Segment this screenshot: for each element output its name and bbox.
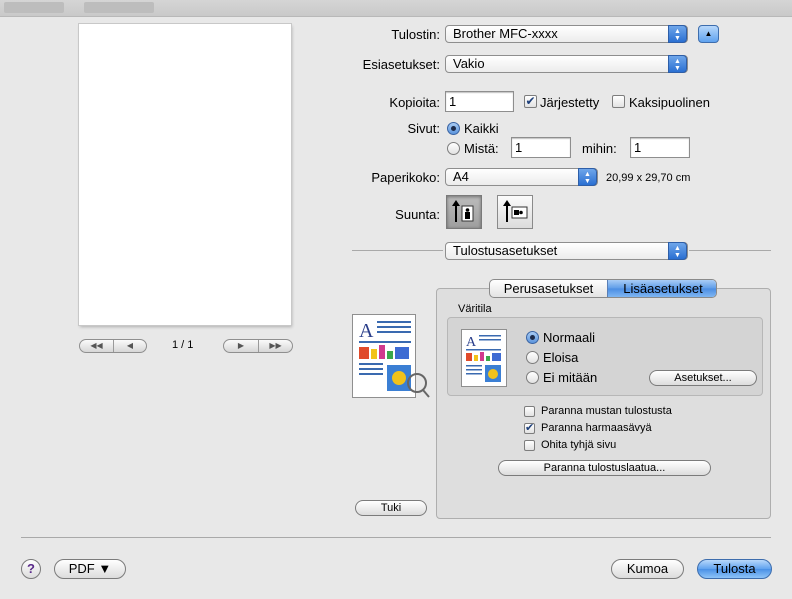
next-page-icon[interactable]: ▶ (224, 340, 258, 352)
color-mode-thumbnail: A (461, 329, 507, 387)
collated-label: Järjestetty (540, 95, 600, 110)
pages-all-radio[interactable] (447, 122, 460, 135)
improve-black-label: Paranna mustan tulostusta (541, 405, 672, 417)
skip-blank-checkbox[interactable] (524, 440, 535, 451)
last-page-icon[interactable]: ▶▶ (258, 340, 292, 352)
svg-text:A: A (466, 335, 477, 350)
popup-arrows-icon: ▲ ▼ (668, 25, 687, 43)
tab-basic-settings[interactable]: Perusasetukset (490, 280, 607, 297)
improve-grayscale-checkbox[interactable]: ✔ (524, 423, 535, 434)
color-none-radio[interactable] (526, 371, 539, 384)
paper-size-popup[interactable]: A4 ▲ ▼ (445, 168, 598, 186)
duplex-checkbox[interactable] (612, 95, 625, 108)
color-normal-label: Normaali (543, 330, 596, 345)
printer-value: Brother MFC-xxxx (453, 26, 558, 41)
printer-label: Tulostin: (391, 27, 440, 42)
page-preview (79, 24, 291, 325)
footer-separator (21, 537, 771, 538)
paper-size-label: Paperikoko: (371, 170, 440, 185)
help-button[interactable]: ? (21, 559, 41, 579)
background-toolbar-strip (0, 0, 792, 17)
pdf-menu-button[interactable]: PDF ▼ (54, 559, 126, 579)
portrait-orientation-icon (452, 200, 474, 222)
question-mark-icon: ? (27, 561, 35, 576)
copies-label: Kopioita: (389, 95, 440, 110)
improve-quality-button[interactable]: Paranna tulostuslaatua... (498, 460, 711, 476)
preview-nav-next[interactable]: ▶ ▶▶ (223, 339, 293, 353)
separator-left (352, 250, 443, 251)
collated-checkbox[interactable]: ✔ (524, 95, 537, 108)
panel-popup[interactable]: Tulostusasetukset ▲ ▼ (445, 242, 688, 260)
tab-bar: Perusasetukset Lisäasetukset (489, 279, 717, 298)
improve-black-checkbox[interactable] (524, 406, 535, 417)
printer-popup[interactable]: Brother MFC-xxxx ▲ ▼ (445, 25, 688, 43)
color-normal-radio[interactable] (526, 331, 539, 344)
separator-right (689, 250, 771, 251)
color-none-label: Ei mitään (543, 370, 598, 385)
print-button[interactable]: Tulosta (697, 559, 772, 579)
skip-blank-label: Ohita tyhjä sivu (541, 439, 617, 451)
color-vivid-label: Eloisa (543, 350, 579, 365)
pages-to-label: mihin: (582, 141, 617, 156)
document-preview-icon: A (359, 320, 430, 398)
panel-value: Tulostusasetukset (453, 243, 558, 258)
support-button[interactable]: Tuki (355, 500, 427, 516)
prev-page-icon[interactable]: ◀ (113, 340, 146, 352)
presets-label: Esiasetukset: (362, 57, 440, 72)
preview-page-counter: 1 / 1 (172, 339, 194, 351)
pages-range-radio[interactable] (447, 142, 460, 155)
orientation-label: Suunta: (395, 207, 440, 222)
presets-value: Vakio (453, 56, 485, 71)
paper-dimensions: 20,99 x 29,70 cm (606, 172, 691, 184)
orientation-landscape-button[interactable] (497, 195, 533, 229)
pages-label: Sivut: (407, 121, 440, 136)
collapse-details-button[interactable]: ▲ (698, 25, 719, 43)
pages-all-label: Kaikki (464, 121, 499, 136)
popup-arrows-icon: ▲ ▼ (668, 242, 687, 260)
color-document-illustration: A (352, 314, 430, 398)
presets-popup[interactable]: Vakio ▲ ▼ (445, 55, 688, 73)
paper-size-value: A4 (453, 169, 469, 184)
preview-nav-prev[interactable]: ◀◀ ◀ (79, 339, 147, 353)
tab-advanced-settings[interactable]: Lisäasetukset (607, 280, 716, 297)
document-thumbnail-icon: A (466, 335, 501, 382)
popup-arrows-icon: ▲ ▼ (578, 168, 597, 186)
pages-to-input[interactable]: 1 (630, 137, 690, 158)
first-page-icon[interactable]: ◀◀ (80, 340, 113, 352)
color-mode-group-label: Väritila (458, 303, 492, 315)
cancel-button[interactable]: Kumoa (611, 559, 684, 579)
color-vivid-radio[interactable] (526, 351, 539, 364)
pages-from-label: Mistä: (464, 141, 499, 156)
copies-input[interactable]: 1 (445, 91, 514, 112)
triangle-up-icon: ▲ (704, 29, 713, 38)
landscape-orientation-icon (503, 200, 528, 222)
orientation-portrait-button[interactable] (446, 195, 482, 229)
duplex-label: Kaksipuolinen (629, 95, 710, 110)
svg-text:A: A (359, 320, 374, 342)
popup-arrows-icon: ▲ ▼ (668, 55, 687, 73)
improve-grayscale-label: Paranna harmaasävyä (541, 422, 652, 434)
pages-from-input[interactable]: 1 (511, 137, 571, 158)
color-settings-button[interactable]: Asetukset... (649, 370, 757, 386)
